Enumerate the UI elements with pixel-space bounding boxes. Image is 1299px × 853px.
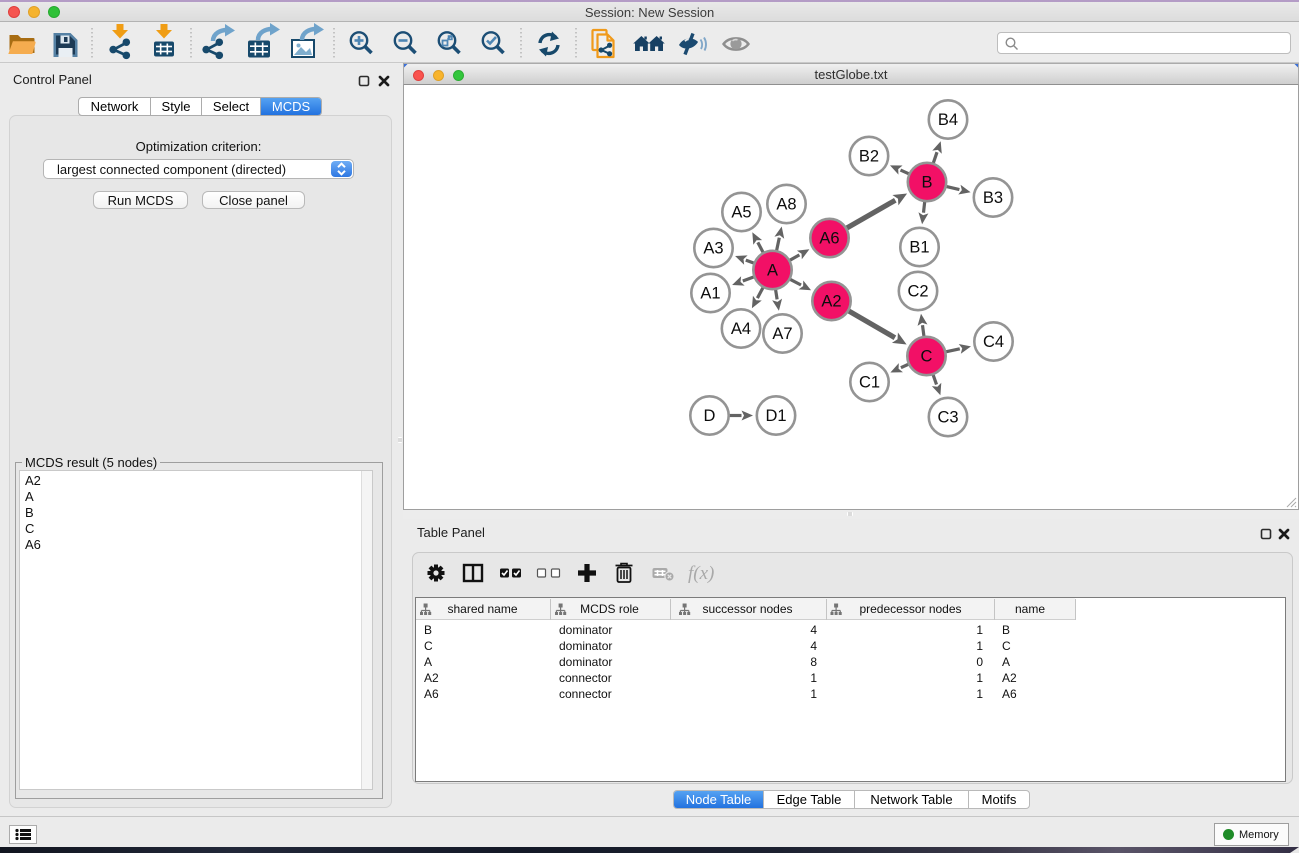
- svg-text:A: A: [767, 262, 778, 280]
- svg-text:A7: A7: [772, 325, 792, 343]
- svg-text:D: D: [704, 407, 716, 425]
- svg-text:B1: B1: [909, 239, 929, 257]
- svg-text:A2: A2: [821, 293, 841, 311]
- svg-text:B: B: [921, 174, 932, 192]
- svg-text:C1: C1: [859, 374, 880, 392]
- svg-text:C3: C3: [937, 409, 958, 427]
- svg-text:A6: A6: [819, 230, 839, 248]
- svg-text:f(x): f(x): [688, 563, 714, 584]
- svg-text:C: C: [921, 348, 933, 366]
- svg-text:A8: A8: [776, 196, 796, 214]
- svg-text:B4: B4: [938, 111, 958, 129]
- svg-text:B3: B3: [983, 189, 1003, 207]
- svg-text:C4: C4: [983, 333, 1004, 351]
- svg-text:B2: B2: [859, 148, 879, 166]
- svg-text:C2: C2: [907, 283, 928, 301]
- svg-text:A5: A5: [731, 204, 751, 222]
- svg-text:A3: A3: [703, 240, 723, 258]
- svg-text:A4: A4: [731, 320, 751, 338]
- svg-text:D1: D1: [765, 407, 786, 425]
- svg-text:A1: A1: [700, 285, 720, 303]
